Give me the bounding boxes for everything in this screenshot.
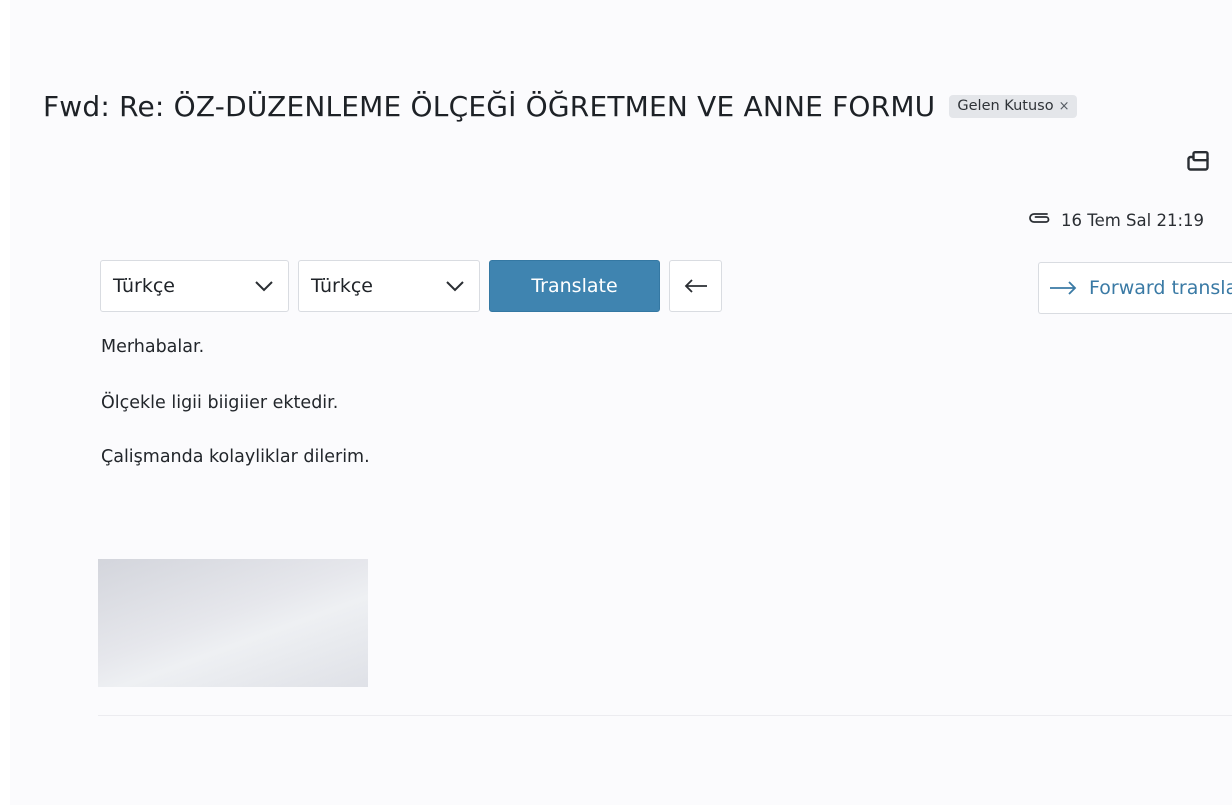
body-line: Merhabalar. <box>101 337 205 357</box>
email-date: 16 Tem Sal 21:19 <box>1061 210 1204 230</box>
attachment-preview[interactable] <box>98 559 368 687</box>
arrow-left-icon <box>684 279 707 293</box>
translation-toolbar: Türkçe Türkçe Translate <box>100 260 722 312</box>
folder-badge[interactable]: Gelen Kutuso × <box>949 95 1078 118</box>
body-line: Ölçekle ligii biigiier ektedir. <box>101 393 339 413</box>
email-view: Fwd: Re: ÖZ-DÜZENLEME ÖLÇEĞİ ÖĞRETMEN VE… <box>0 0 1232 805</box>
badge-close-icon[interactable]: × <box>1059 99 1070 114</box>
email-subject: Fwd: Re: ÖZ-DÜZENLEME ÖLÇEĞİ ÖĞRETMEN VE… <box>43 90 936 123</box>
translate-button[interactable]: Translate <box>489 260 660 312</box>
chevron-down-icon <box>446 281 464 292</box>
source-language-select[interactable]: Türkçe <box>100 260 289 312</box>
forward-translation-button[interactable]: Forward transla <box>1038 262 1232 314</box>
subject-row: Fwd: Re: ÖZ-DÜZENLEME ÖLÇEĞİ ÖĞRETMEN VE… <box>43 90 1078 123</box>
back-button[interactable] <box>669 260 722 312</box>
popout-window-icon[interactable] <box>1186 149 1210 173</box>
arrow-right-icon <box>1050 281 1077 295</box>
source-language-value: Türkçe <box>113 275 175 297</box>
email-body: Merhabalar. Ölçekle ligii biigiier ekted… <box>101 335 370 501</box>
forward-translation-label: Forward transla <box>1089 277 1232 299</box>
divider <box>98 715 1232 716</box>
left-edge <box>0 0 10 805</box>
target-language-select[interactable]: Türkçe <box>298 260 480 312</box>
folder-badge-label: Gelen Kutuso <box>957 98 1054 114</box>
chevron-down-icon <box>255 281 273 292</box>
email-meta: 16 Tem Sal 21:19 <box>1027 210 1204 230</box>
paperclip-icon <box>1027 210 1053 230</box>
target-language-value: Türkçe <box>311 275 373 297</box>
body-line: Çalişmanda kolayliklar dilerim. <box>101 447 370 467</box>
